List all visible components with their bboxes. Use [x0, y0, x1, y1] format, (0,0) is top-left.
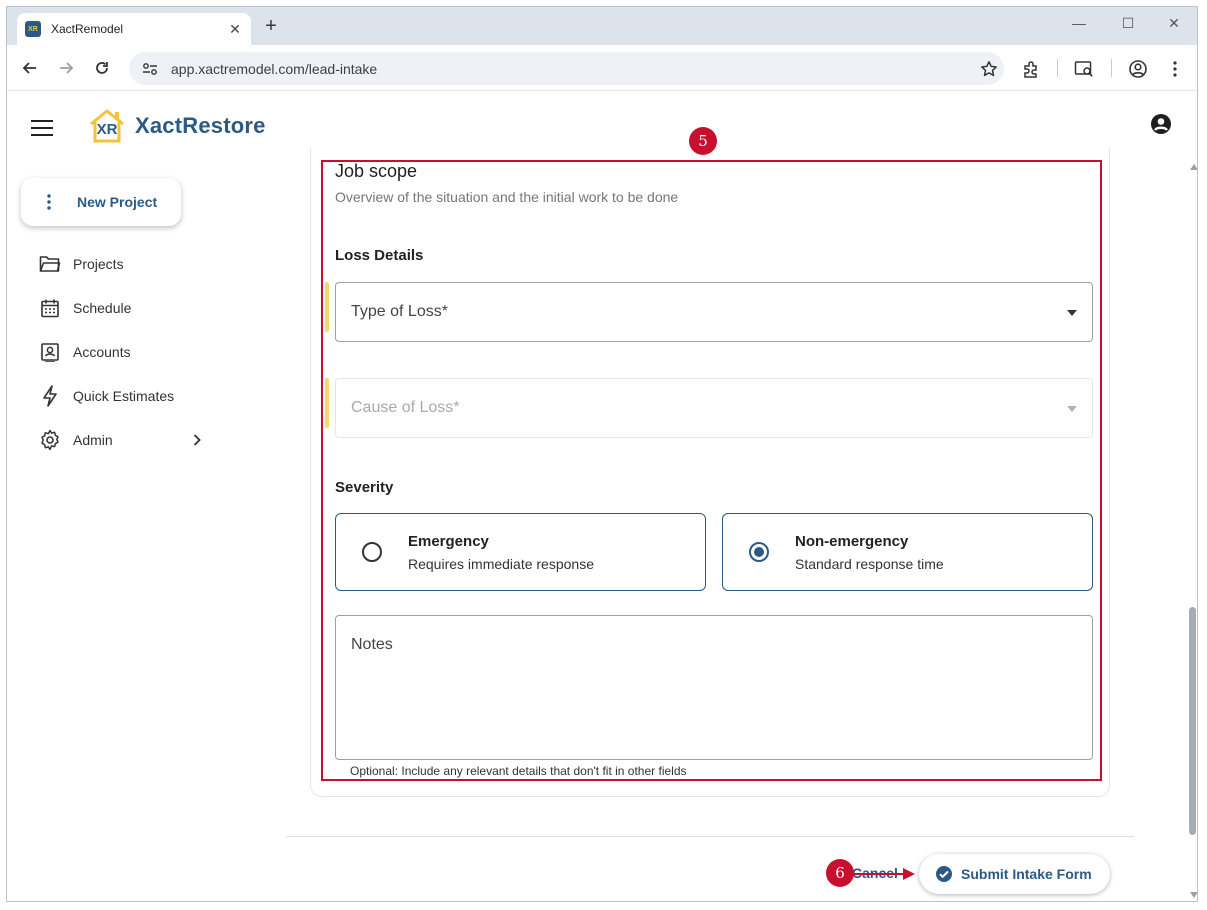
brand-name: XactRestore — [135, 113, 266, 138]
sidebar-item-label: Schedule — [73, 300, 132, 316]
sidebar-item-projects[interactable]: Projects — [37, 242, 207, 286]
browser-menu-icon[interactable] — [1163, 57, 1187, 81]
annotation-highlight-box — [321, 160, 1102, 781]
chevron-right-icon[interactable] — [187, 434, 207, 446]
forward-icon[interactable] — [55, 57, 77, 79]
maximize-icon[interactable]: ☐ — [1113, 15, 1143, 32]
annotation-badge: 5 — [689, 127, 717, 155]
new-project-label: New Project — [77, 194, 158, 210]
sidebar-item-label: Admin — [73, 432, 113, 448]
close-tab-icon[interactable]: ✕ — [227, 21, 243, 38]
tab-strip: XR XactRemodel ✕ + — ☐ ✕ — [7, 7, 1197, 45]
calendar-icon — [37, 297, 63, 319]
new-tab-button[interactable]: + — [259, 15, 283, 39]
url-text[interactable]: app.xactremodel.com/lead-intake — [171, 61, 974, 77]
submit-label: Submit Intake Form — [961, 866, 1092, 882]
minimize-icon[interactable]: — — [1064, 15, 1094, 31]
site-settings-icon[interactable] — [141, 60, 159, 78]
profile-icon[interactable] — [1126, 57, 1150, 81]
app-content: XR XactRestore New Project Projects Sche… — [7, 92, 1197, 901]
extensions-icon[interactable] — [1019, 57, 1043, 81]
brand-logo-icon: XR — [87, 108, 127, 144]
tab-title: XactRemodel — [51, 22, 124, 36]
bookmark-star-icon[interactable] — [974, 60, 1004, 78]
reload-icon[interactable] — [91, 57, 113, 79]
sidebar-item-label: Projects — [73, 256, 124, 272]
scroll-up-icon[interactable] — [1190, 164, 1197, 170]
footer-divider — [286, 836, 1134, 837]
sidebar-item-schedule[interactable]: Schedule — [37, 286, 207, 330]
account-circle-icon[interactable] — [1150, 113, 1172, 140]
address-bar[interactable]: app.xactremodel.com/lead-intake — [129, 52, 1004, 85]
annotation-arrow-icon — [853, 868, 915, 880]
check-circle-icon — [936, 866, 952, 882]
sidebar-item-admin[interactable]: Admin — [37, 418, 207, 462]
sidebar-nav: Projects Schedule Accounts Quick Estimat… — [37, 242, 207, 462]
annotation-badge: 6 — [826, 859, 854, 887]
sidebar-item-accounts[interactable]: Accounts — [37, 330, 207, 374]
brand[interactable]: XR XactRestore — [87, 108, 266, 144]
new-project-button[interactable]: New Project — [21, 178, 181, 226]
browser-window: XR XactRemodel ✕ + — ☐ ✕ app.xactremodel… — [6, 6, 1198, 902]
back-icon[interactable] — [19, 57, 41, 79]
screen-search-icon[interactable] — [1072, 57, 1096, 81]
more-vert-icon — [21, 194, 77, 210]
page-scrollbar[interactable] — [1187, 152, 1197, 901]
brand-logo-text: XR — [96, 121, 118, 138]
contact-card-icon — [37, 341, 63, 363]
sidebar-item-label: Accounts — [73, 344, 131, 360]
browser-tab[interactable]: XR XactRemodel ✕ — [17, 13, 251, 45]
lightning-icon — [37, 385, 63, 407]
scroll-down-icon[interactable] — [1190, 892, 1197, 898]
favicon-icon: XR — [25, 21, 41, 37]
submit-intake-form-button[interactable]: Submit Intake Form — [919, 854, 1110, 894]
scroll-thumb[interactable] — [1189, 607, 1196, 835]
sidebar-item-quick-estimates[interactable]: Quick Estimates — [37, 374, 207, 418]
gear-icon — [37, 429, 63, 451]
close-window-icon[interactable]: ✕ — [1159, 15, 1189, 32]
browser-toolbar: app.xactremodel.com/lead-intake — [7, 45, 1197, 91]
hamburger-menu-icon[interactable] — [31, 120, 53, 136]
folder-icon — [37, 253, 63, 275]
sidebar-item-label: Quick Estimates — [73, 388, 175, 404]
